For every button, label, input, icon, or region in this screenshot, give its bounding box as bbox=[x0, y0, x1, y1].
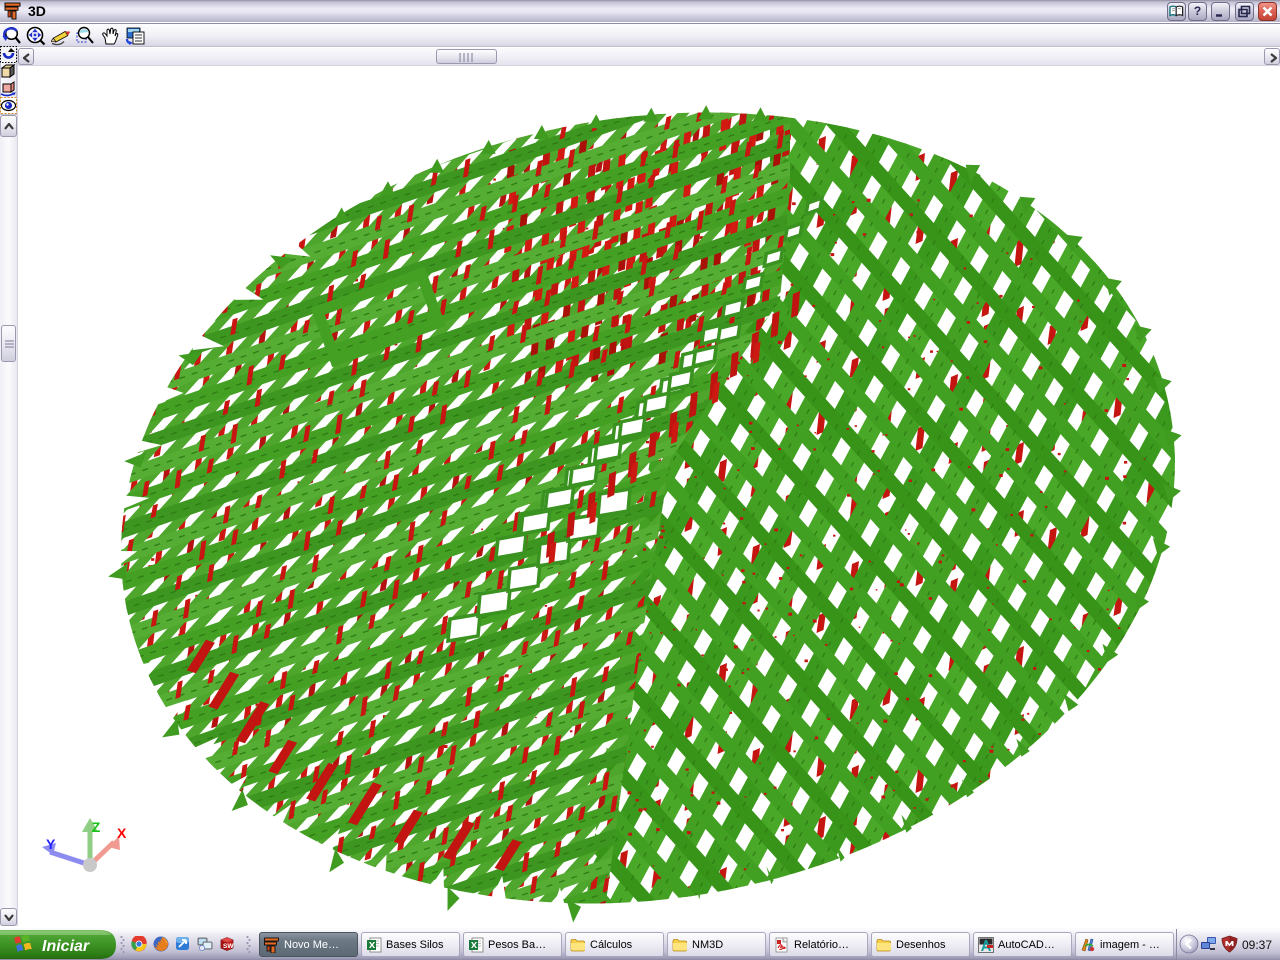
svg-text:Iniciar: Iniciar bbox=[42, 938, 90, 955]
svg-text:Z: Z bbox=[92, 819, 101, 835]
svg-text:X: X bbox=[117, 825, 127, 841]
svg-text:SW: SW bbox=[223, 943, 234, 950]
svg-text:Y: Y bbox=[46, 836, 56, 852]
